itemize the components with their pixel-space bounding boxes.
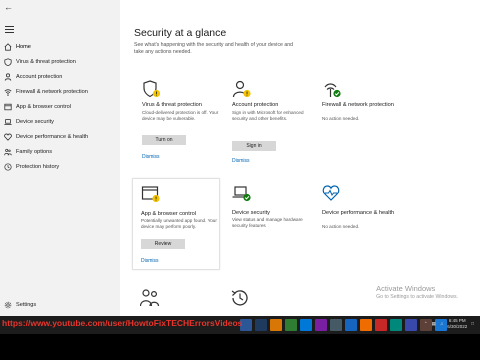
card-device-security: Device security View status and manage h…: [224, 178, 312, 270]
card-description: Sign in with Microsoft for enhanced secu…: [232, 110, 304, 122]
card-title: Virus & threat protection: [142, 102, 202, 108]
taskbar-app-icon[interactable]: [345, 319, 357, 331]
volume-icon[interactable]: ♫: [440, 321, 443, 326]
taskbar-app-icon[interactable]: [315, 319, 327, 331]
letterbox-bar: [0, 334, 480, 360]
watermark-title: Activate Windows: [376, 284, 436, 293]
sidebar-item-label: Device security: [16, 119, 54, 125]
clock[interactable]: 6:45 PM 6/30/2022: [447, 318, 467, 330]
person-icon: [0, 73, 16, 81]
notification-icon[interactable]: □: [471, 321, 474, 326]
sidebar-item-protection-history[interactable]: Protection history: [0, 160, 120, 174]
chevron-up-icon[interactable]: ⌃: [424, 321, 428, 327]
page-subtitle: See what's happening with the security a…: [134, 42, 294, 56]
dismiss-link[interactable]: Dismiss: [141, 258, 159, 264]
taskbar-app-icon[interactable]: [360, 319, 372, 331]
card-firewall: Firewall & network protection No action …: [314, 74, 402, 166]
card-account-protection: ! Account protection Sign in with Micros…: [224, 74, 312, 166]
sidebar-item-label: Firewall & network protection: [16, 89, 88, 95]
shield-icon: [0, 58, 16, 66]
taskbar-app-icon[interactable]: [390, 319, 402, 331]
protection-history-icon: [230, 288, 250, 313]
taskbar-app-icon[interactable]: [285, 319, 297, 331]
sidebar-item-home[interactable]: Home: [0, 40, 120, 54]
sidebar-item-label: Account protection: [16, 74, 63, 80]
system-tray: ⌃ ▦ ♫ 6:45 PM 6/30/2022 □: [424, 318, 474, 330]
shield-warning-icon: !: [142, 80, 162, 98]
svg-text:!: !: [246, 92, 248, 98]
sidebar-item-firewall[interactable]: Firewall & network protection: [0, 85, 120, 99]
person-warning-icon: !: [232, 80, 252, 98]
sidebar-item-app-browser[interactable]: App & browser control: [0, 100, 120, 114]
heart-pulse-icon: [322, 184, 342, 202]
laptop-check-icon: [232, 184, 252, 202]
card-description: View status and manage hardware security…: [232, 217, 303, 229]
sidebar-item-label: Family options: [16, 149, 53, 155]
clock-date: 6/30/2022: [447, 323, 468, 329]
network-icon[interactable]: ▦: [432, 321, 436, 327]
family-options-icon: [139, 288, 160, 311]
turn-on-button[interactable]: Turn on: [142, 135, 186, 145]
sidebar-item-label: App & browser control: [16, 104, 72, 110]
card-description: No action needed.: [322, 224, 360, 229]
taskbar-app-icons: [240, 319, 447, 331]
card-description: Cloud-delivered protection is off. Your …: [142, 110, 219, 122]
family-icon: [0, 148, 16, 156]
main-content: Security at a glance See what's happenin…: [120, 0, 480, 316]
taskbar-app-icon[interactable]: [270, 319, 282, 331]
sidebar-item-label: Device performance & health: [16, 134, 89, 140]
wifi-check-icon: [322, 80, 342, 98]
sidebar-item-label: Virus & threat protection: [16, 59, 76, 65]
review-button[interactable]: Review: [141, 239, 185, 249]
sign-in-button[interactable]: Sign in: [232, 141, 276, 151]
dismiss-link[interactable]: Dismiss: [232, 158, 250, 164]
laptop-icon: [0, 118, 16, 126]
card-device-performance: Device performance & health No action ne…: [314, 178, 402, 270]
card-title: Firewall & network protection: [322, 102, 394, 108]
taskbar-app-icon[interactable]: [375, 319, 387, 331]
sidebar: ← Home Virus & threat protection Account…: [0, 0, 120, 316]
windows-security-app: ← Home Virus & threat protection Account…: [0, 0, 480, 316]
taskbar-app-icon[interactable]: [330, 319, 342, 331]
page-title: Security at a glance: [134, 27, 227, 39]
video-url-overlay: https://www.youtube.com/user/HowtoFixTEC…: [2, 318, 243, 328]
taskbar-app-icon[interactable]: [300, 319, 312, 331]
sidebar-item-family[interactable]: Family options: [0, 145, 120, 159]
sidebar-item-label: Protection history: [16, 164, 60, 170]
hamburger-icon[interactable]: [5, 26, 14, 34]
gear-icon: [0, 301, 16, 309]
taskbar-app-icon[interactable]: [255, 319, 267, 331]
activate-windows-watermark: Activate Windows Go to Settings to activ…: [376, 284, 458, 300]
card-title: Account protection: [232, 102, 279, 108]
card-title: Device performance & health: [322, 210, 395, 216]
sidebar-item-account[interactable]: Account protection: [0, 70, 120, 84]
app-warning-icon: !: [141, 185, 161, 203]
wifi-icon: [0, 88, 16, 96]
svg-text:!: !: [156, 92, 158, 98]
settings-label: Settings: [16, 302, 37, 308]
taskbar-app-icon[interactable]: [405, 319, 417, 331]
card-description: No action needed.: [322, 116, 360, 121]
screen: ← Home Virus & threat protection Account…: [0, 0, 480, 360]
sidebar-item-device-performance[interactable]: Device performance & health: [0, 130, 120, 144]
sidebar-item-device-security[interactable]: Device security: [0, 115, 120, 129]
svg-text:!: !: [155, 197, 157, 203]
watermark-subtitle: Go to Settings to activate Windows.: [376, 294, 458, 300]
heart-icon: [0, 133, 16, 141]
home-icon: [0, 43, 16, 51]
sidebar-item-virus[interactable]: Virus & threat protection: [0, 55, 120, 69]
card-description: Potentially unwanted app found. Your dev…: [141, 218, 217, 230]
card-virus-threat: ! Virus & threat protection Cloud-delive…: [134, 74, 222, 166]
clock-time: 6:45 PM: [448, 318, 466, 323]
sidebar-item-label: Home: [16, 44, 31, 50]
card-app-browser: ! App & browser control Potentially unwa…: [132, 178, 220, 270]
app-window-icon: [0, 103, 16, 111]
dismiss-link[interactable]: Dismiss: [142, 154, 160, 160]
history-icon: [0, 163, 16, 171]
sidebar-item-settings[interactable]: Settings: [0, 298, 120, 312]
back-arrow-icon[interactable]: ←: [4, 2, 13, 12]
